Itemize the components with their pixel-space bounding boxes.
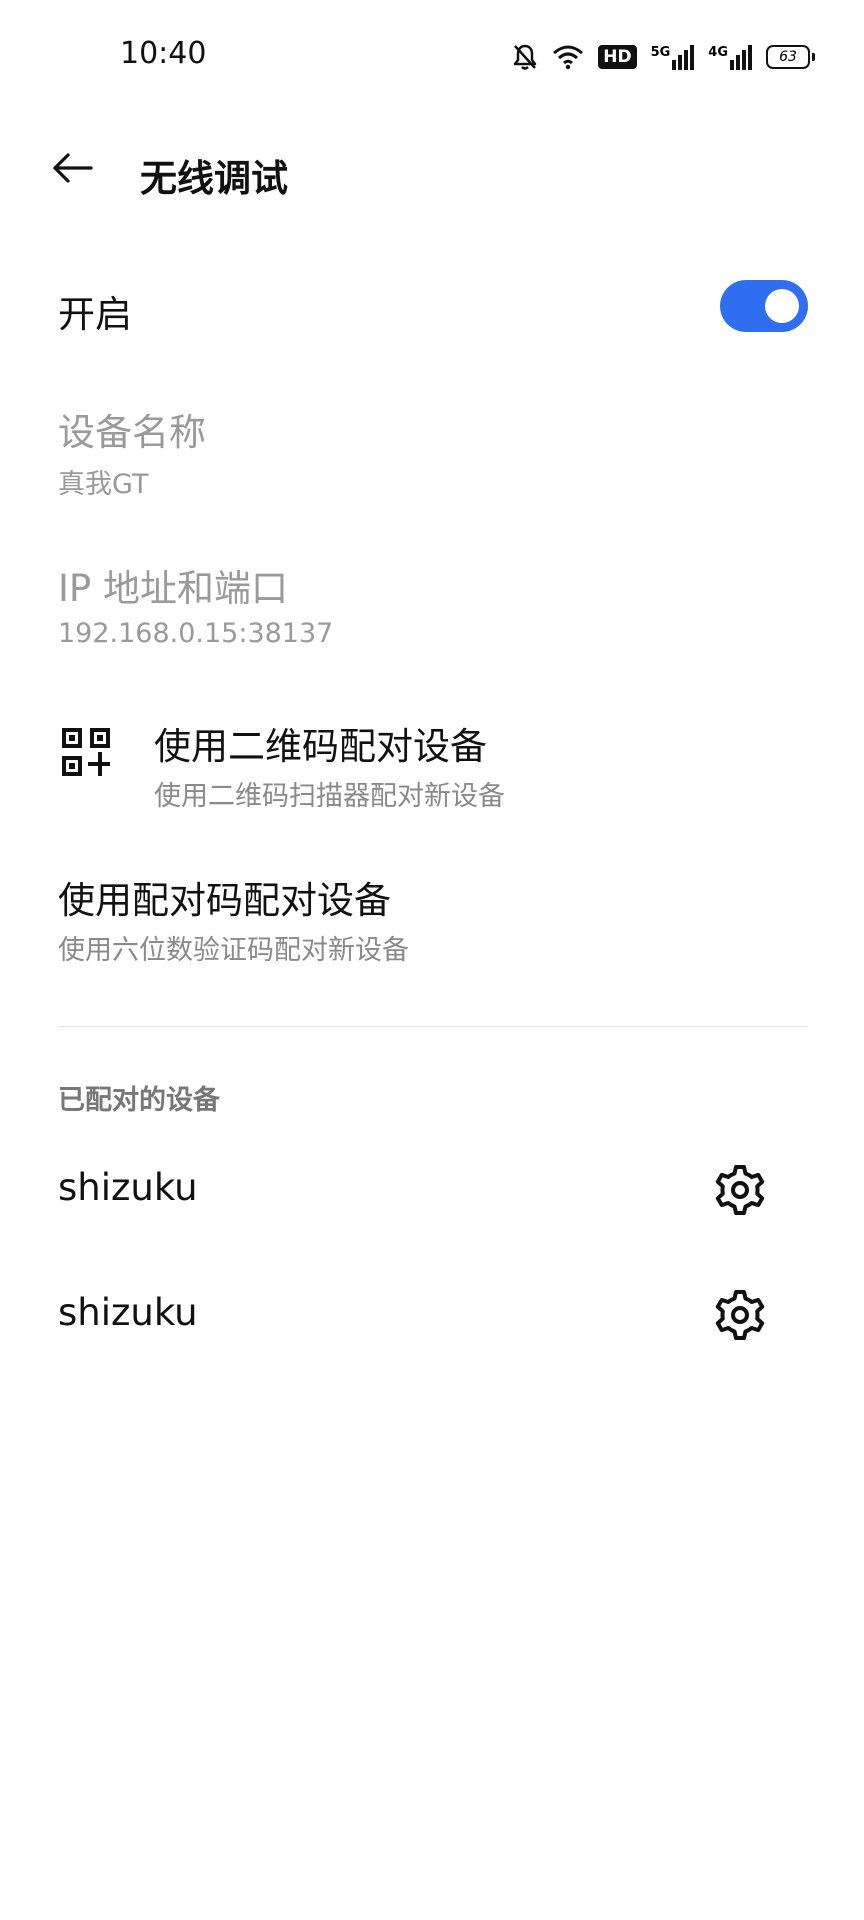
pair-code-item[interactable]: 使用配对码配对设备 使用六位数验证码配对新设备 <box>0 862 864 986</box>
signal-5g-icon: 5G <box>651 44 695 70</box>
signal-4g-icon: 4G <box>708 44 752 70</box>
status-icons: HD 5G 4G 63 <box>512 40 815 74</box>
arrow-left-icon <box>51 152 93 188</box>
bell-off-icon <box>512 43 538 71</box>
pair-qr-subtitle: 使用二维码扫描器配对新设备 <box>154 781 505 812</box>
device-name-item: 设备名称 真我GT <box>0 396 864 516</box>
section-divider <box>58 1026 808 1027</box>
net2-label: 4G <box>708 45 728 60</box>
pair-qr-title: 使用二维码配对设备 <box>154 725 487 768</box>
ip-address-value: 192.168.0.15:38137 <box>58 618 334 649</box>
ip-address-item: IP 地址和端口 192.168.0.15:38137 <box>0 552 864 672</box>
paired-device-name: shizuku <box>58 1291 198 1334</box>
enable-switch[interactable] <box>720 280 808 332</box>
paired-device-row[interactable]: shizuku <box>0 1136 864 1246</box>
status-bar: 10:40 HD 5G 4G 63 <box>0 0 864 112</box>
device-settings-button[interactable] <box>712 1164 768 1220</box>
gear-icon <box>714 1289 766 1345</box>
battery-icon: 63 <box>766 45 815 69</box>
gear-icon <box>714 1164 766 1220</box>
device-name-title: 设备名称 <box>58 411 206 454</box>
paired-devices-header: 已配对的设备 <box>58 1085 220 1116</box>
pair-qr-item[interactable]: 使用二维码配对设备 使用二维码扫描器配对新设备 <box>0 704 864 828</box>
net1-label: 5G <box>650 45 671 60</box>
hd-icon: HD <box>598 45 637 69</box>
paired-device-name: shizuku <box>58 1166 198 1209</box>
ip-address-title: IP 地址和端口 <box>58 567 288 610</box>
enable-toggle-label: 开启 <box>58 293 132 336</box>
enable-toggle-row[interactable]: 开启 <box>0 258 864 358</box>
switch-knob <box>765 289 799 323</box>
page-title: 无线调试 <box>140 157 288 200</box>
wireless-debugging-screen: 10:40 HD 5G 4G 63 无线调试 开启 设备名称 真我GT IP 地… <box>0 0 864 1920</box>
qr-code-icon <box>62 728 110 776</box>
device-settings-button[interactable] <box>712 1289 768 1345</box>
status-time: 10:40 <box>120 36 207 71</box>
wifi-icon <box>552 44 584 70</box>
pair-code-title: 使用配对码配对设备 <box>58 879 391 922</box>
pair-code-subtitle: 使用六位数验证码配对新设备 <box>58 935 409 966</box>
device-name-value: 真我GT <box>58 469 149 500</box>
back-button[interactable] <box>44 142 100 198</box>
app-bar: 无线调试 <box>0 130 864 210</box>
paired-device-row[interactable]: shizuku <box>0 1261 864 1371</box>
